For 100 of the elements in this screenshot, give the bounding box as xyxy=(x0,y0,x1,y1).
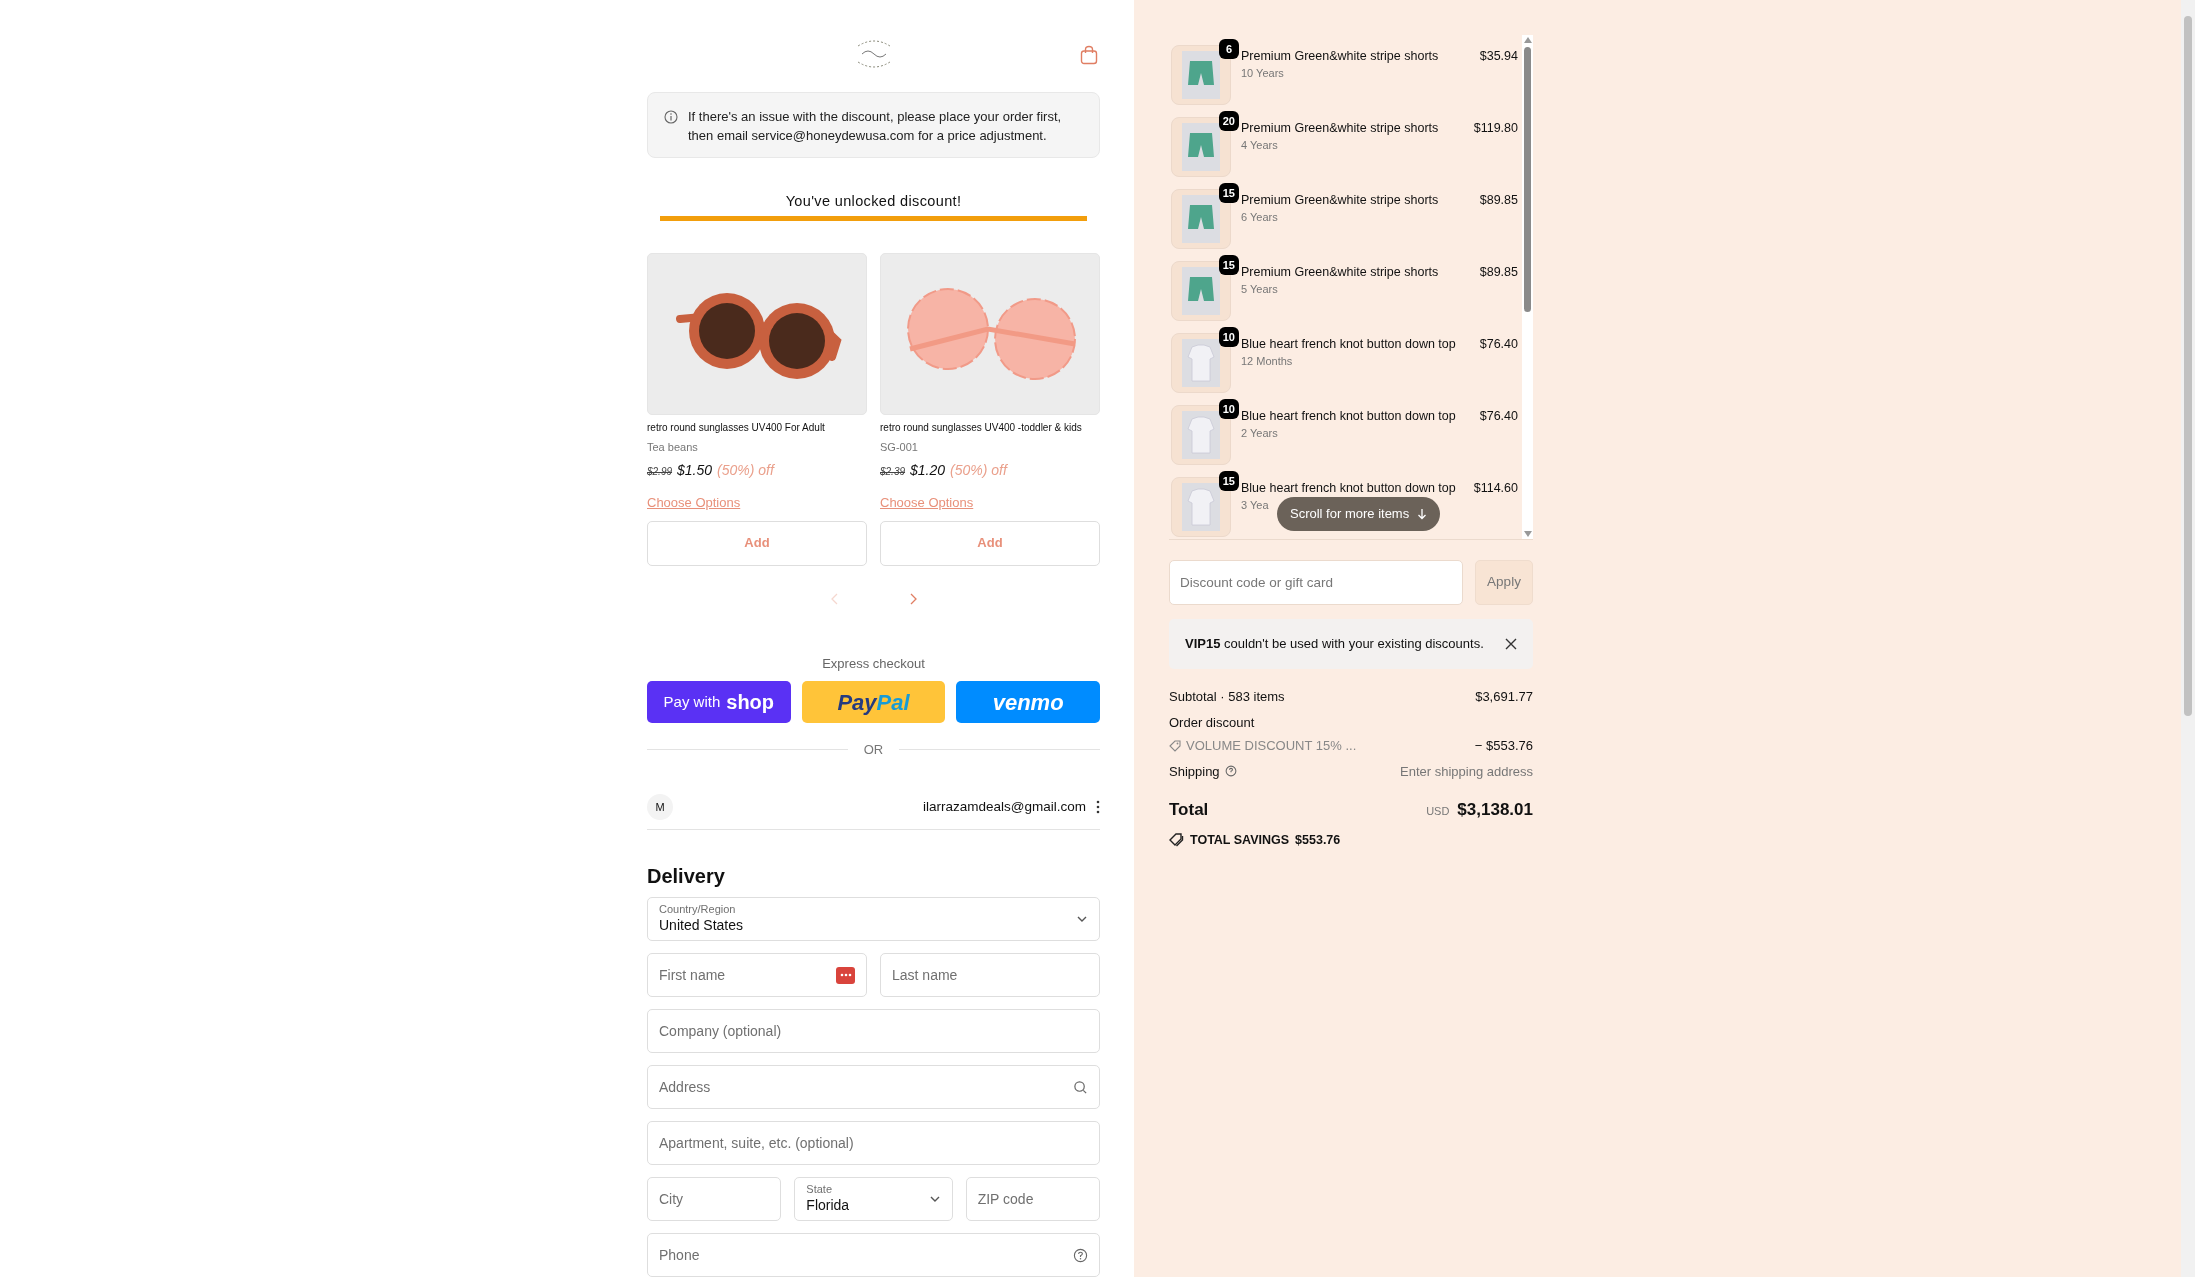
currency-code: USD xyxy=(1426,804,1450,819)
discount-code-field[interactable]: Discount code or gift card xyxy=(1169,560,1463,605)
total-label: Total xyxy=(1169,799,1209,821)
shipping-label: Shipping xyxy=(1169,762,1220,781)
item-variant: 4 Years xyxy=(1241,138,1278,153)
compare-price: $2.39 xyxy=(880,465,906,480)
account-avatar: M xyxy=(647,794,673,821)
order-discount-label: Order discount xyxy=(1169,713,1256,732)
item-name: Blue heart french knot button down top xyxy=(1241,408,1457,425)
choose-options-link[interactable]: Choose Options xyxy=(647,493,741,513)
product-title: retro round sunglasses UV400 -toddler & kids xyxy=(880,420,1083,434)
item-name: Blue heart french knot button down top xyxy=(1241,336,1457,353)
scroll-hint-button[interactable]: Scroll for more items xyxy=(1277,497,1441,531)
select-field[interactable]: Country/Region United States xyxy=(647,897,1100,941)
or-divider-text: OR xyxy=(863,741,884,760)
subtotal-value: $3,691.77 xyxy=(1475,688,1533,706)
product-variant: SG-001 xyxy=(880,439,919,455)
express-pay-button[interactable]: PayPal xyxy=(801,681,946,724)
shipping-value: Enter shipping address xyxy=(1400,762,1533,781)
discount-label: (50%) off xyxy=(950,461,1007,481)
item-name: Premium Green&white stripe shorts xyxy=(1241,192,1440,209)
delivery-heading: Delivery xyxy=(647,864,726,888)
discount-label: (50%) off xyxy=(717,461,774,481)
search-icon xyxy=(1073,1079,1088,1095)
discount-amount: − $553.76 xyxy=(1474,737,1533,755)
item-variant: 2 Years xyxy=(1241,426,1278,441)
total-value: $3,138.01 xyxy=(1457,799,1533,821)
input-field[interactable]: City xyxy=(647,1177,782,1221)
total-savings-label: TOTAL SAVINGS xyxy=(1190,831,1290,849)
scroll-up-arrow-icon[interactable] xyxy=(1523,37,1532,43)
quantity-badge: 15 xyxy=(1218,471,1239,491)
item-variant: 12 Months xyxy=(1241,354,1293,369)
express-pay-button[interactable]: Pay with shop xyxy=(647,681,791,724)
page-scrollbar-thumb[interactable] xyxy=(2184,16,2192,716)
quantity-badge: 6 xyxy=(1219,39,1239,59)
compare-price: $2.99 xyxy=(647,465,673,480)
item-variant: 5 Years xyxy=(1241,282,1278,297)
select-field[interactable]: State Florida xyxy=(794,1177,953,1221)
item-price: $119.80 xyxy=(1473,120,1519,137)
close-icon[interactable] xyxy=(1505,638,1517,650)
subtotal-label: Subtotal · 583 items xyxy=(1169,688,1285,706)
tags-icon xyxy=(1169,832,1184,847)
add-button[interactable]: Add xyxy=(880,520,1100,566)
item-variant: 10 Years xyxy=(1241,66,1284,81)
input-field[interactable]: Company (optional) xyxy=(647,1009,1100,1053)
shopping-bag-icon[interactable] xyxy=(1080,45,1098,65)
chevron-down-icon xyxy=(1076,915,1088,923)
item-price: $89.85 xyxy=(1479,192,1519,209)
product-title: retro round sunglasses UV400 For Adult xyxy=(647,420,826,434)
tag-icon xyxy=(1169,739,1181,752)
item-name: Premium Green&white stripe shorts xyxy=(1241,48,1440,65)
product-variant: Tea beans xyxy=(647,439,699,455)
chevron-down-icon xyxy=(928,1195,941,1203)
more-options-icon[interactable] xyxy=(1096,800,1100,815)
item-price: $76.40 xyxy=(1479,336,1519,353)
item-price: $89.85 xyxy=(1479,264,1519,281)
input-field[interactable]: Apartment, suite, etc. (optional) xyxy=(647,1121,1100,1165)
arrow-down-icon xyxy=(1417,508,1428,520)
express-pay-button[interactable]: venmo xyxy=(956,681,1100,724)
error-message: VIP15 couldn't be used with your existing discounts. xyxy=(1185,635,1484,654)
item-price: $76.40 xyxy=(1479,408,1519,425)
scroll-down-arrow-icon[interactable] xyxy=(1523,531,1532,537)
quantity-badge: 15 xyxy=(1218,183,1239,203)
progress-message: You've unlocked discount! xyxy=(785,191,962,211)
help-icon[interactable] xyxy=(1073,1247,1088,1263)
discount-code: VOLUME DISCOUNT 15% ... xyxy=(1186,737,1357,755)
page-scrollbar[interactable] xyxy=(2181,0,2195,1277)
sale-price: $1.20 xyxy=(910,461,946,481)
item-name: Blue heart french knot button down top xyxy=(1241,480,1457,497)
input-field[interactable]: ZIP code xyxy=(965,1177,1100,1221)
item-name: Premium Green&white stripe shorts xyxy=(1241,264,1440,281)
quantity-badge: 10 xyxy=(1218,399,1239,419)
total-savings-value: $553.76 xyxy=(1295,831,1341,849)
field-value: United States xyxy=(659,917,744,935)
item-price: $35.94 xyxy=(1479,48,1519,65)
add-button[interactable]: Add xyxy=(647,520,867,566)
input-field[interactable]: Address xyxy=(647,1065,1100,1109)
info-icon xyxy=(664,109,678,124)
help-icon[interactable] xyxy=(1224,765,1237,778)
notice-text: If there's an issue with the discount, please place your order first, then email service@honeydewusa.com for a price adjustment. xyxy=(688,107,1063,145)
input-field[interactable]: Phone xyxy=(647,1233,1100,1277)
item-variant: 3 Yea xyxy=(1241,498,1269,513)
account-email: ilarrazamdeals@gmail.com xyxy=(923,798,1086,817)
field-label: Country/Region xyxy=(659,903,737,918)
field-value: Florida xyxy=(806,1197,850,1215)
sale-price: $1.50 xyxy=(677,461,713,481)
input-field[interactable]: Last name xyxy=(880,953,1100,997)
quantity-badge: 15 xyxy=(1218,255,1239,275)
item-variant: 6 Years xyxy=(1241,210,1278,225)
quantity-badge: 20 xyxy=(1218,111,1239,131)
item-name: Premium Green&white stripe shorts xyxy=(1241,120,1440,137)
scrollbar[interactable] xyxy=(1522,35,1533,539)
choose-options-link[interactable]: Choose Options xyxy=(880,493,974,513)
field-label: State xyxy=(806,1183,833,1198)
quantity-badge: 10 xyxy=(1218,327,1239,347)
scrollbar-thumb[interactable] xyxy=(1524,47,1531,312)
express-checkout-title: Express checkout xyxy=(822,654,925,673)
item-price: $114.60 xyxy=(1473,480,1519,497)
input-field[interactable]: First name xyxy=(647,953,867,997)
product-thumbnail xyxy=(1171,45,1231,105)
